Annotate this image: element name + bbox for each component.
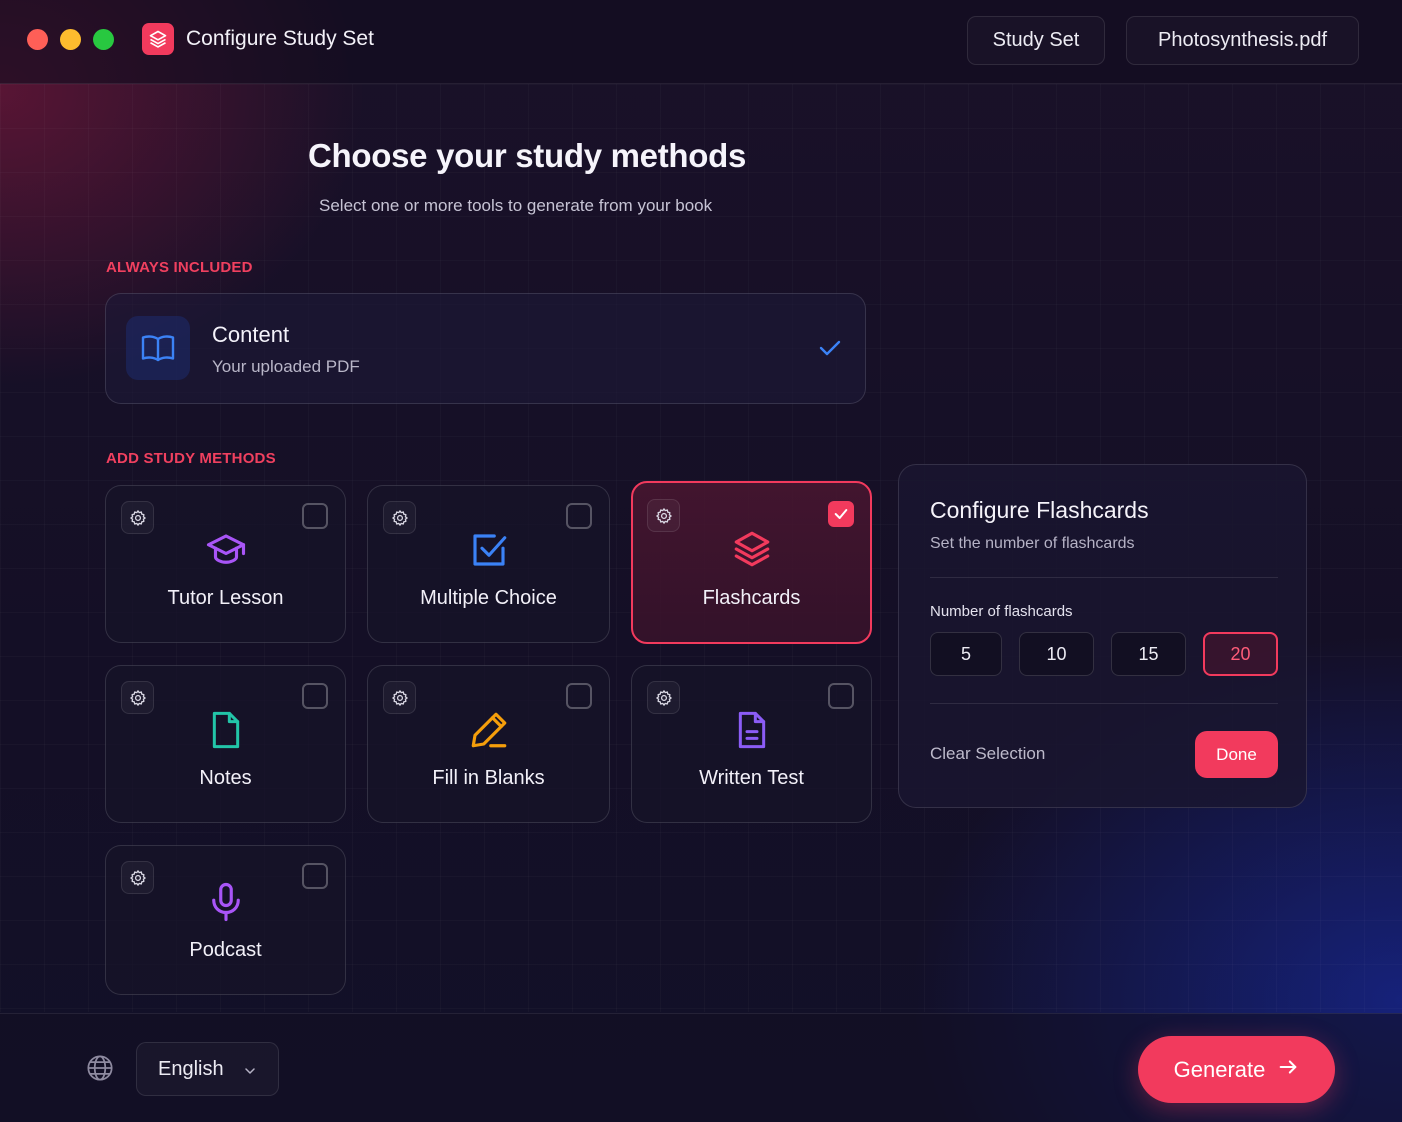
gear-icon[interactable] <box>121 501 154 534</box>
graduation-cap-icon <box>200 524 252 576</box>
method-card-flashcards[interactable]: Flashcards <box>631 481 872 644</box>
method-card-written-test[interactable]: Written Test <box>631 665 872 823</box>
panel-title: Configure Flashcards <box>930 497 1149 523</box>
divider <box>930 703 1278 704</box>
count-option-15[interactable]: 15 <box>1111 632 1186 676</box>
maximize-window-button[interactable] <box>93 29 114 50</box>
method-checkbox[interactable] <box>566 503 592 529</box>
book-open-icon <box>126 316 190 380</box>
method-card-fill-in-blanks[interactable]: Fill in Blanks <box>367 665 610 823</box>
clear-selection-button[interactable]: Clear Selection <box>930 744 1045 764</box>
method-checkbox[interactable] <box>828 683 854 709</box>
method-label: Flashcards <box>702 587 801 609</box>
page-subtitle: Select one or more tools to generate fro… <box>319 196 713 215</box>
tab-study-set[interactable]: Study Set <box>967 16 1105 65</box>
count-option-5[interactable]: 5 <box>930 632 1002 676</box>
done-button[interactable]: Done <box>1195 731 1278 778</box>
gear-icon[interactable] <box>121 861 154 894</box>
microphone-icon <box>200 876 252 928</box>
gear-icon[interactable] <box>647 499 680 532</box>
content-title: Content <box>212 322 290 347</box>
method-checkbox[interactable] <box>566 683 592 709</box>
layers-icon <box>726 523 778 575</box>
method-card-multiple-choice[interactable]: Multiple Choice <box>367 485 610 643</box>
method-card-notes[interactable]: Notes <box>105 665 346 823</box>
tab-file[interactable]: Photosynthesis.pdf <box>1126 16 1359 65</box>
footer: English Generate <box>0 1013 1402 1122</box>
app-title: Configure Study Set <box>186 27 374 50</box>
close-window-button[interactable] <box>27 29 48 50</box>
gear-icon[interactable] <box>647 681 680 714</box>
add-study-methods-label: ADD STUDY METHODS <box>106 450 276 467</box>
method-label: Tutor Lesson <box>167 587 284 609</box>
title-bar: Configure Study Set Study Set Photosynth… <box>0 0 1402 84</box>
document-lines-icon <box>726 704 778 756</box>
language-select[interactable]: English <box>136 1042 279 1096</box>
count-option-20[interactable]: 20 <box>1203 632 1278 676</box>
flashcard-count-label: Number of flashcards <box>930 603 1073 620</box>
count-option-10[interactable]: 10 <box>1019 632 1094 676</box>
method-label: Multiple Choice <box>420 587 557 609</box>
generate-label: Generate <box>1173 1056 1266 1082</box>
method-card-podcast[interactable]: Podcast <box>105 845 346 995</box>
arrow-right-icon <box>1277 1056 1299 1084</box>
gear-icon[interactable] <box>121 681 154 714</box>
method-checkbox-checked[interactable] <box>828 501 854 527</box>
minimize-window-button[interactable] <box>60 29 81 50</box>
pencil-icon <box>463 704 515 756</box>
chevron-down-icon <box>242 1063 258 1084</box>
generate-button[interactable]: Generate <box>1138 1036 1335 1103</box>
method-label: Notes <box>199 767 252 789</box>
check-icon <box>818 336 842 365</box>
page-title: Choose your study methods <box>308 137 747 174</box>
checkbox-square-icon <box>463 524 515 576</box>
method-label: Fill in Blanks <box>432 767 545 789</box>
language-value: English <box>158 1058 224 1080</box>
method-checkbox[interactable] <box>302 683 328 709</box>
gear-icon[interactable] <box>383 501 416 534</box>
configure-flashcards-panel: Configure Flashcards Set the number of f… <box>898 464 1307 808</box>
method-label: Podcast <box>189 939 262 961</box>
divider <box>930 577 1278 578</box>
content-card[interactable]: Content Your uploaded PDF <box>105 293 866 404</box>
app-logo-icon <box>142 23 174 55</box>
gear-icon[interactable] <box>383 681 416 714</box>
method-label: Written Test <box>699 767 804 789</box>
document-icon <box>200 704 252 756</box>
panel-subtitle: Set the number of flashcards <box>930 535 1135 552</box>
content-subtitle: Your uploaded PDF <box>212 357 360 376</box>
method-checkbox[interactable] <box>302 863 328 889</box>
method-card-tutor-lesson[interactable]: Tutor Lesson <box>105 485 346 643</box>
method-checkbox[interactable] <box>302 503 328 529</box>
always-included-label: ALWAYS INCLUDED <box>106 259 253 276</box>
globe-icon <box>86 1054 114 1087</box>
